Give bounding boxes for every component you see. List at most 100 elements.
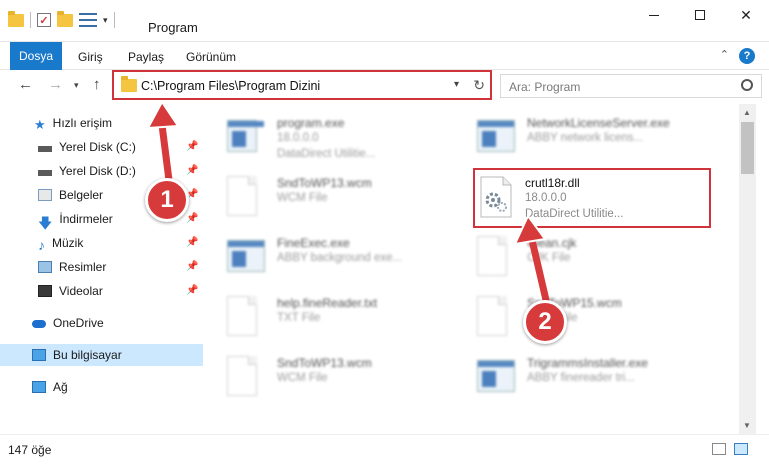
tab-file[interactable]: Dosya	[10, 42, 62, 70]
file-name: Clean.cjk	[527, 236, 577, 250]
sidebar-item-music[interactable]: ♪ Müzik 📌	[0, 232, 203, 254]
tab-view[interactable]: Görünüm	[186, 46, 236, 68]
file-name: FineExec.exe	[277, 236, 350, 250]
minimize-button[interactable]	[631, 0, 677, 30]
document-icon	[227, 176, 263, 218]
scroll-down-arrow-icon[interactable]: ▼	[743, 421, 751, 430]
file-name: program.exe	[277, 116, 345, 130]
file-detail: WCM File	[277, 192, 328, 204]
exe-icon	[227, 116, 264, 158]
document-icon	[477, 236, 513, 278]
document-icon	[227, 356, 263, 398]
sidebar-item-pictures[interactable]: Resimler 📌	[0, 256, 203, 278]
address-bar[interactable]: C:\Program Files\Program Dizini ▾ ↻	[112, 70, 492, 100]
help-icon[interactable]: ?	[739, 48, 755, 64]
file-list: program.exe 18.0.0.0 DataDirect Utilitie…	[203, 104, 739, 434]
pin-icon[interactable]: 📌	[186, 165, 198, 176]
sidebar-item-label: OneDrive	[53, 316, 104, 330]
drive-icon	[38, 169, 52, 176]
toolbar-divider	[113, 12, 115, 28]
file-item[interactable]: help.fineReader.txt TXT File	[203, 290, 453, 346]
scrollbar-thumb[interactable]	[741, 122, 754, 174]
forward-arrow-icon[interactable]: →	[48, 76, 63, 93]
sidebar-item-local-disk-c[interactable]: Yerel Disk (C:) 📌	[0, 136, 203, 158]
folder-icon	[121, 76, 137, 92]
pin-icon[interactable]: 📌	[186, 213, 198, 224]
sidebar-item-label: Resimler	[59, 260, 107, 274]
navigation-pane: ★ Hızlı erişim Yerel Disk (C:) 📌 Yerel D…	[0, 104, 203, 434]
pin-icon[interactable]: 📌	[186, 261, 198, 272]
pin-icon[interactable]: 📌	[186, 285, 198, 296]
status-bar: 147 öğe	[0, 434, 769, 469]
file-name: SndToWP13.wcm	[277, 356, 372, 370]
app-window-icon	[477, 356, 515, 398]
file-item[interactable]: program.exe 18.0.0.0 DataDirect Utilitie…	[203, 110, 453, 166]
file-detail: DataDirect Utilitie...	[525, 208, 624, 220]
file-name: NetworkLicenseServer.exe	[527, 116, 670, 130]
quick-access-toolbar: ✓ ▾	[8, 10, 115, 28]
callout-badge-1: 1	[145, 178, 189, 222]
toolbar-divider	[30, 12, 31, 28]
properties-check-icon[interactable]: ✓	[37, 13, 51, 27]
tab-home[interactable]: Giriş	[78, 46, 103, 68]
sidebar-item-label: Yerel Disk (C:)	[59, 140, 136, 154]
sidebar-item-label: Yerel Disk (D:)	[59, 164, 136, 178]
file-name: SndToWP13.wcm	[277, 176, 372, 190]
document-icon	[477, 296, 513, 338]
file-name: help.fineReader.txt	[277, 296, 378, 310]
pin-icon[interactable]: 📌	[186, 141, 198, 152]
sidebar-item-videos[interactable]: Videolar 📌	[0, 280, 203, 302]
details-view-icon[interactable]	[712, 443, 726, 455]
search-placeholder: Ara: Program	[509, 80, 581, 94]
sidebar-item-network[interactable]: Ağ	[0, 376, 203, 398]
properties-icon[interactable]	[79, 13, 97, 27]
videos-icon	[38, 285, 52, 297]
file-detail: ABBY background exe...	[277, 252, 403, 264]
music-icon: ♪	[38, 237, 45, 253]
file-detail: CJK File	[527, 252, 571, 264]
dll-gear-icon	[479, 176, 515, 218]
sidebar-item-this-pc[interactable]: Bu bilgisayar	[0, 344, 203, 366]
search-icon[interactable]	[741, 79, 753, 91]
tab-share[interactable]: Paylaş	[128, 46, 164, 68]
recent-locations-dropdown[interactable]: ▾	[74, 80, 79, 91]
search-input[interactable]: Ara: Program	[500, 74, 762, 98]
file-item[interactable]: SndToWP13.wcm WCM File	[203, 170, 453, 226]
large-icons-view-icon[interactable]	[734, 443, 748, 455]
sidebar-item-label: Videolar	[59, 284, 103, 298]
file-detail: TXT File	[277, 312, 321, 324]
pin-icon[interactable]: 📌	[186, 237, 198, 248]
sidebar-item-onedrive[interactable]: OneDrive	[0, 312, 203, 334]
file-item[interactable]: Clean.cjk CJK File	[453, 230, 703, 286]
sidebar-item-quick-access[interactable]: ★ Hızlı erişim	[0, 112, 203, 134]
sidebar-item-label: Belgeler	[59, 188, 104, 202]
file-item-crutl18r-dll[interactable]: crutl18r.dll 18.0.0.0 DataDirect Utiliti…	[475, 170, 725, 226]
sidebar-item-label: Müzik	[52, 236, 84, 250]
file-item[interactable]: NetworkLicenseServer.exe ABBY network li…	[453, 110, 703, 166]
computer-icon	[32, 349, 46, 361]
documents-icon	[38, 189, 52, 201]
file-detail: ABBY finereader tri...	[527, 372, 635, 384]
sidebar-item-label: Ağ	[53, 380, 68, 394]
file-item[interactable]: FineExec.exe ABBY background exe...	[203, 230, 453, 286]
refresh-icon[interactable]: ↻	[473, 77, 485, 94]
sidebar-item-label: Hızlı erişim	[52, 116, 112, 130]
file-name: TrigrammsInstaller.exe	[527, 356, 648, 370]
new-folder-icon[interactable]	[57, 10, 73, 27]
vertical-scrollbar[interactable]: ▲ ▼	[739, 104, 756, 434]
chevron-down-icon[interactable]: ▾	[454, 79, 459, 90]
file-item[interactable]: SndToWP15.wcm WCM File	[453, 290, 703, 346]
file-detail: ABBY network licens...	[527, 132, 644, 144]
sidebar-item-label: Bu bilgisayar	[53, 348, 122, 362]
chevron-up-icon[interactable]: ⌃	[720, 48, 729, 61]
address-path[interactable]: C:\Program Files\Program Dizini	[141, 79, 320, 93]
maximize-button[interactable]	[677, 0, 723, 30]
file-detail: 18.0.0.0	[277, 132, 319, 144]
up-arrow-icon[interactable]: ↑	[93, 76, 101, 93]
close-button[interactable]: ✕	[723, 0, 769, 30]
file-item[interactable]: TrigrammsInstaller.exe ABBY finereader t…	[453, 350, 703, 406]
customize-toolbar-dropdown[interactable]: ▾	[103, 15, 108, 26]
scroll-up-arrow-icon[interactable]: ▲	[743, 108, 751, 117]
file-item[interactable]: SndToWP13.wcm WCM File	[203, 350, 453, 406]
back-arrow-icon[interactable]: ←	[18, 76, 33, 93]
